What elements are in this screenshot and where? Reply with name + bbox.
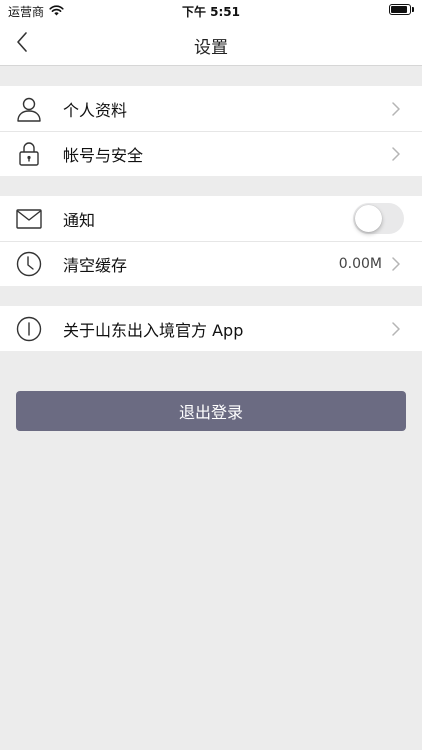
row-notification: 通知 (0, 196, 422, 241)
battery-icon (389, 4, 411, 15)
row-label-clear-cache: 清空缓存 (63, 255, 128, 275)
info-icon (15, 315, 43, 343)
chevron-right-icon (392, 256, 402, 271)
battery-fill (391, 6, 407, 13)
user-icon (15, 95, 43, 123)
row-label-notification: 通知 (63, 210, 96, 230)
clock-icon (15, 250, 43, 278)
settings-group-about: 关于山东出入境官方 App (0, 306, 422, 351)
row-label-about: 关于山东出入境官方 App (63, 320, 244, 340)
chevron-right-icon (392, 321, 402, 336)
row-label-profile: 个人资料 (63, 100, 128, 120)
settings-screen: 运营商 下午 5:51 设置 个人资料 帐号与安全 通知 清空缓存 0.00M … (0, 0, 422, 750)
notification-toggle[interactable] (353, 203, 404, 234)
row-about[interactable]: 关于山东出入境官方 App (0, 306, 422, 351)
chevron-right-icon (392, 101, 402, 116)
status-time: 下午 5:51 (181, 5, 241, 19)
battery-cap (412, 7, 414, 12)
cache-size-value: 0.00M (338, 255, 382, 272)
settings-group-account: 个人资料 帐号与安全 (0, 86, 422, 176)
toggle-knob (355, 205, 382, 232)
row-label-account-security: 帐号与安全 (63, 145, 144, 165)
navigation-bar: 设置 (0, 22, 422, 66)
page-title: 设置 (194, 38, 228, 58)
logout-button[interactable]: 退出登录 (16, 391, 406, 431)
lock-icon (15, 140, 43, 168)
status-right (389, 4, 414, 15)
settings-group-general: 通知 清空缓存 0.00M (0, 196, 422, 286)
chevron-right-icon (392, 146, 402, 161)
mail-icon (15, 205, 43, 233)
row-profile[interactable]: 个人资料 (0, 86, 422, 131)
status-bar: 运营商 下午 5:51 (0, 0, 422, 22)
row-account-security[interactable]: 帐号与安全 (0, 131, 422, 176)
row-clear-cache[interactable]: 清空缓存 0.00M (0, 241, 422, 286)
